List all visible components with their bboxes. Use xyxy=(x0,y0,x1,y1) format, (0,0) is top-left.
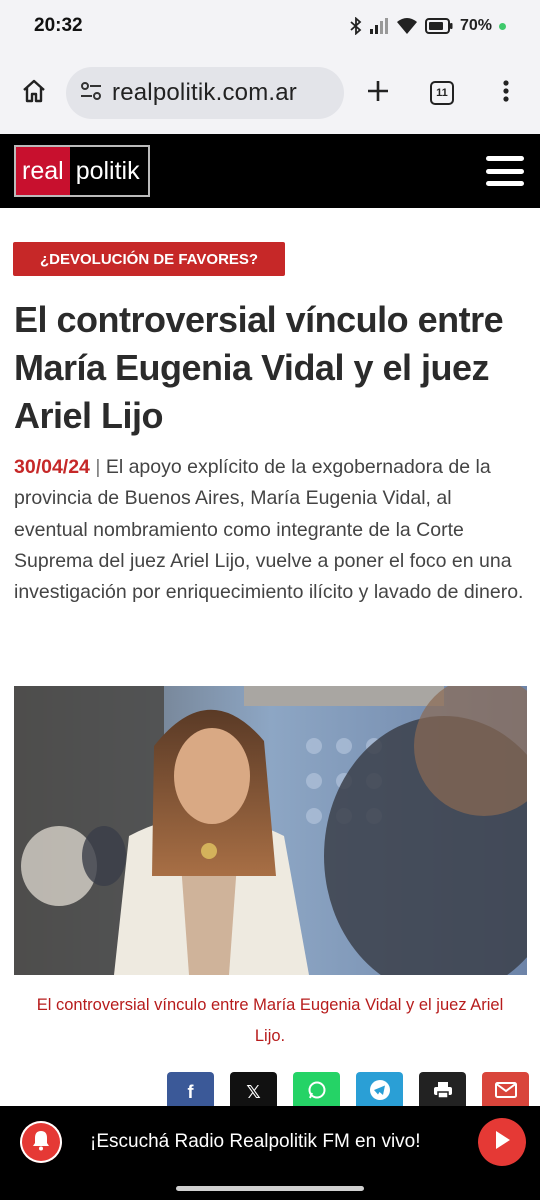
home-button[interactable] xyxy=(14,73,54,113)
article-lead-text: El apoyo explícito de la exgobernadora d… xyxy=(14,456,524,604)
article-photo xyxy=(14,686,527,975)
browser-toolbar: realpolitik.com.ar 11 xyxy=(0,52,540,134)
address-bar[interactable]: realpolitik.com.ar xyxy=(66,67,344,119)
menu-icon xyxy=(502,79,510,108)
bell-icon xyxy=(31,1129,51,1156)
email-icon xyxy=(494,1081,517,1103)
battery-percentage: 70% xyxy=(459,17,492,34)
home-icon xyxy=(21,78,47,109)
hamburger-menu-icon[interactable] xyxy=(486,156,524,186)
status-time: 20:32 xyxy=(34,15,83,36)
battery-icon xyxy=(424,18,453,34)
photo-caption: El controversial vínculo entre María Eug… xyxy=(36,996,504,1045)
category-tag[interactable]: ¿DEVOLUCIÓN DE FAVORES? xyxy=(13,242,286,276)
privacy-indicator-dot xyxy=(499,22,506,30)
facebook-icon: f xyxy=(187,1081,194,1102)
url-text: realpolitik.com.ar xyxy=(112,79,297,106)
date-separator: | xyxy=(95,456,101,478)
x-icon: 𝕏 xyxy=(246,1081,261,1102)
new-tab-button[interactable] xyxy=(358,73,398,113)
new-tab-icon xyxy=(366,79,390,108)
play-icon xyxy=(493,1130,511,1155)
notifications-bell-button[interactable] xyxy=(20,1121,62,1163)
article-headline: El controversial vínculo entre María Eug… xyxy=(14,299,504,436)
status-icons: 70% xyxy=(350,17,506,35)
article-lead: 30/04/24 | El apoyo explícito de la exgo… xyxy=(14,452,528,608)
bluetooth-icon xyxy=(350,17,362,35)
radio-live-text[interactable]: ¡Escuchá Radio Realpolitik FM en vivo! xyxy=(90,1131,421,1153)
telegram-icon xyxy=(369,1079,391,1106)
whatsapp-icon xyxy=(307,1080,327,1105)
logo-part-politik: politik xyxy=(69,147,148,195)
radio-play-button[interactable] xyxy=(478,1118,526,1166)
tabs-icon: 11 xyxy=(430,81,454,105)
site-header: real politik xyxy=(0,134,540,208)
status-bar: 20:32 70% xyxy=(0,0,540,52)
print-icon xyxy=(433,1081,453,1104)
site-settings-icon[interactable] xyxy=(80,81,102,106)
browser-menu-button[interactable] xyxy=(486,73,526,113)
signal-icon xyxy=(369,17,389,35)
gesture-handle[interactable] xyxy=(176,1186,364,1191)
tabs-button[interactable]: 11 xyxy=(422,73,462,113)
site-logo[interactable]: real politik xyxy=(14,145,150,197)
article-date: 30/04/24 xyxy=(14,456,90,478)
logo-part-real: real xyxy=(16,147,70,195)
wifi-icon xyxy=(396,17,418,35)
radio-bar: ¡Escuchá Radio Realpolitik FM en vivo! xyxy=(0,1106,540,1178)
